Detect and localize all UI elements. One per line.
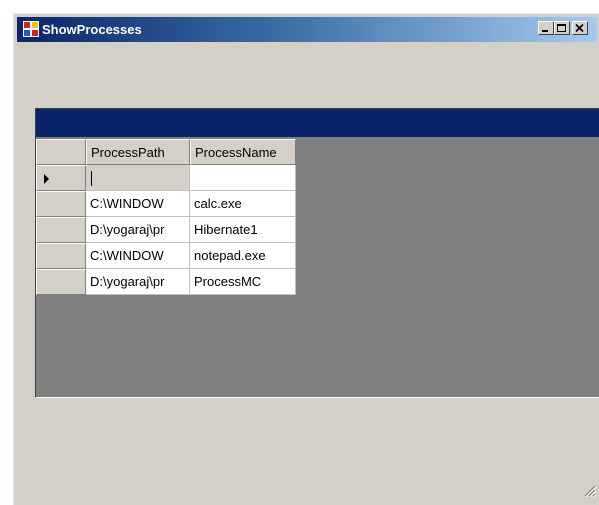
process-name-cell[interactable]: ProcessMC xyxy=(190,269,296,295)
table-row-new[interactable] xyxy=(36,165,296,191)
form-app-icon[interactable] xyxy=(23,21,39,37)
process-name-cell[interactable]: calc.exe xyxy=(190,191,296,217)
process-path-cell[interactable]: C:\WINDOW xyxy=(86,243,190,269)
row-header[interactable] xyxy=(36,191,86,217)
row-header[interactable] xyxy=(36,269,86,295)
process-name-cell[interactable]: notepad.exe xyxy=(190,243,296,269)
grid-caption-bar xyxy=(36,109,599,137)
column-header-processpath[interactable]: ProcessPath xyxy=(86,139,190,165)
table-row[interactable]: D:\yogaraj\pr ProcessMC xyxy=(36,269,296,295)
grid-table: ProcessPath ProcessName C:\WINDOW calc.e… xyxy=(36,139,296,295)
corner-header[interactable] xyxy=(36,139,86,165)
row-header[interactable] xyxy=(36,217,86,243)
minimize-button[interactable] xyxy=(538,21,554,35)
process-name-cell[interactable]: Hibernate1 xyxy=(190,217,296,243)
new-row-name-cell[interactable] xyxy=(190,165,296,191)
resize-grip-icon[interactable] xyxy=(584,484,597,502)
maximize-button[interactable] xyxy=(554,21,570,35)
process-data-grid[interactable]: ProcessPath ProcessName C:\WINDOW calc.e… xyxy=(35,108,599,398)
minimize-icon xyxy=(542,30,548,32)
close-icon xyxy=(575,24,584,33)
text-caret xyxy=(91,171,92,187)
column-header-processname[interactable]: ProcessName xyxy=(190,139,296,165)
row-header-current[interactable] xyxy=(36,165,86,191)
row-header[interactable] xyxy=(36,243,86,269)
close-button[interactable] xyxy=(572,21,588,35)
table-row[interactable]: C:\WINDOW calc.exe xyxy=(36,191,296,217)
process-path-cell[interactable]: C:\WINDOW xyxy=(86,191,190,217)
process-path-cell[interactable]: D:\yogaraj\pr xyxy=(86,217,190,243)
show-processes-window: ShowProcesses ProcessPath ProcessName C:… xyxy=(13,13,599,505)
header-row: ProcessPath ProcessName xyxy=(36,139,296,165)
window-title: ShowProcesses xyxy=(42,22,142,37)
process-path-cell[interactable]: D:\yogaraj\pr xyxy=(86,269,190,295)
new-row-path-cell[interactable] xyxy=(86,165,190,191)
table-row[interactable]: D:\yogaraj\pr Hibernate1 xyxy=(36,217,296,243)
current-row-arrow-icon xyxy=(44,174,49,184)
maximize-icon xyxy=(557,24,566,32)
table-row[interactable]: C:\WINDOW notepad.exe xyxy=(36,243,296,269)
title-bar[interactable]: ShowProcesses xyxy=(17,17,597,42)
